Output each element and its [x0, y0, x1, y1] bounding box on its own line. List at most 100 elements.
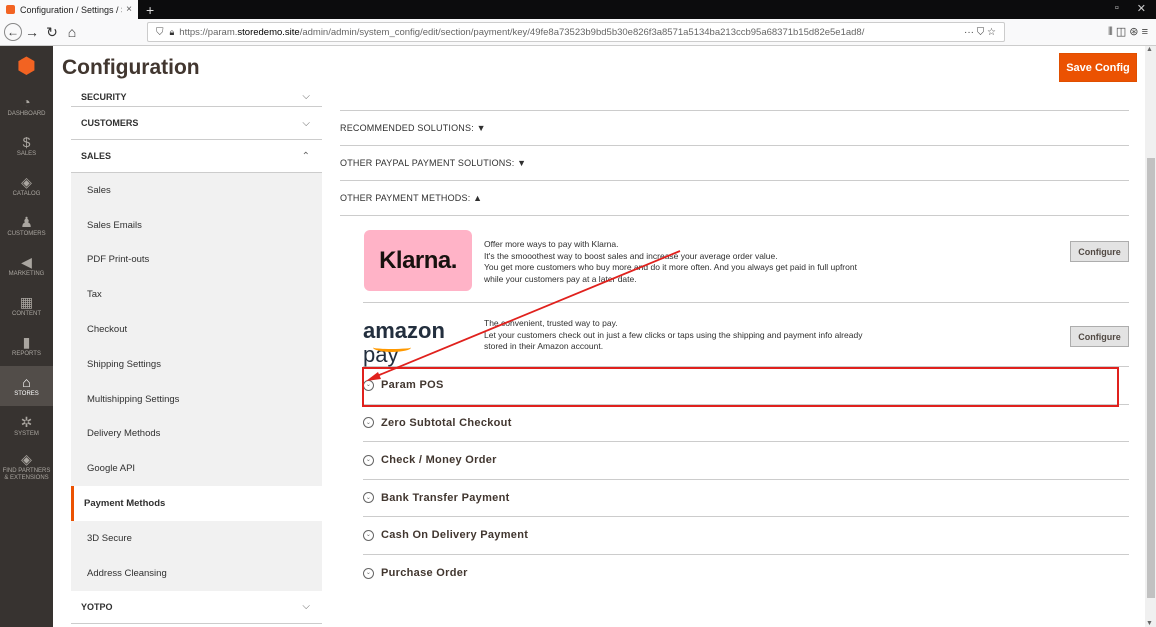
nav-customers[interactable]: ♟ CUSTOMERS	[0, 206, 53, 246]
nav-label: FIND PARTNERS & EXTENSIONS	[2, 467, 51, 481]
nav-label: REPORTS	[12, 351, 41, 357]
group-yotpo[interactable]: YOTPO ⌵	[71, 590, 322, 624]
box-icon: ◈	[21, 174, 32, 190]
nav-content[interactable]: ▦ CONTENT	[0, 286, 53, 326]
recommended-solutions-toggle[interactable]: RECOMMENDED SOLUTIONS: ▼	[340, 111, 1129, 146]
scroll-down-icon[interactable]: ▼	[1146, 620, 1153, 627]
expand-circle-icon: ⌄	[363, 454, 374, 466]
sidebar-item-payment-methods[interactable]: Payment Methods	[71, 486, 322, 521]
amazon-pay-description: The convenient, trusted way to pay. Let …	[484, 318, 864, 353]
address-bar[interactable]: ⛉ 🔒︎ https://param. storedemo.site/admin/…	[147, 22, 1005, 42]
klarna-description: Offer more ways to pay with Klarna. It's…	[484, 239, 864, 285]
other-payment-methods-toggle[interactable]: OTHER PAYMENT METHODS: ▲	[340, 181, 1129, 216]
group-sales[interactable]: SALES ⌃	[71, 140, 322, 173]
clipped-text-row	[340, 86, 1129, 111]
sidebar-item-shipping-settings[interactable]: Shipping Settings	[71, 347, 322, 382]
accordion-bank-transfer-payment[interactable]: ⌄ Bank Transfer Payment	[363, 480, 1129, 517]
group-label: SECURITY	[81, 92, 127, 102]
nav-label: STORES	[14, 391, 39, 397]
sidebar-item-multishipping-settings[interactable]: Multishipping Settings	[71, 382, 322, 417]
tracking-shield-icon[interactable]: ⛉	[156, 27, 164, 38]
page-title: Configuration	[62, 56, 200, 79]
reload-icon[interactable]: ↻	[42, 24, 62, 41]
browser-tab[interactable]: Configuration / Settings / Store ×	[0, 0, 138, 19]
group-customers[interactable]: CUSTOMERS ⌵	[71, 107, 322, 140]
extensions-icon: ◈	[21, 450, 32, 467]
chevron-down-icon: ⌵	[302, 91, 310, 102]
group-security[interactable]: SECURITY ⌵	[71, 86, 322, 107]
accordion-label: Purchase Order	[381, 567, 468, 580]
tab-close-icon[interactable]: ×	[126, 4, 132, 15]
nav-system[interactable]: ✲ SYSTEM	[0, 406, 53, 446]
amazon-pay-payment-row: amazon pay The convenient, trusted way t…	[363, 303, 1129, 367]
accordion-cash-on-delivery-payment[interactable]: ⌄ Cash On Delivery Payment	[363, 517, 1129, 555]
bar-chart-icon: ▮	[22, 334, 31, 350]
chevron-down-icon: ⌵	[302, 601, 310, 613]
other-paypal-solutions-toggle[interactable]: OTHER PAYPAL PAYMENT SOLUTIONS: ▼	[340, 146, 1129, 181]
accordion-purchase-order[interactable]: ⌄ Purchase Order	[363, 555, 1129, 593]
chevron-down-icon: ⌵	[302, 117, 310, 129]
url-scheme: https://param.	[179, 26, 238, 38]
sidebar-item-tax[interactable]: Tax	[71, 277, 322, 312]
nav-sales[interactable]: $ SALES	[0, 126, 53, 166]
nav-label: SYSTEM	[14, 431, 39, 437]
sidebar-item-checkout[interactable]: Checkout	[71, 312, 322, 347]
nav-find-partners[interactable]: ◈ FIND PARTNERS & EXTENSIONS	[0, 446, 53, 486]
megaphone-icon: ◀	[21, 254, 32, 270]
sidebar-item-sales[interactable]: Sales	[71, 173, 322, 208]
chevron-up-icon: ⌃	[301, 150, 310, 162]
url-host: storedemo.site	[237, 26, 300, 38]
lock-icon[interactable]: 🔒︎	[170, 27, 175, 38]
expand-circle-icon: ⌄	[363, 417, 374, 429]
tab-title: Configuration / Settings / Store	[20, 4, 122, 15]
sidebar-item-3d-secure[interactable]: 3D Secure	[71, 521, 322, 556]
nav-label: CATALOG	[12, 191, 41, 197]
sidebar-item-sales-emails[interactable]: Sales Emails	[71, 208, 322, 243]
sidebar-item-delivery-methods[interactable]: Delivery Methods	[71, 417, 322, 452]
save-config-button[interactable]: Save Config	[1059, 53, 1137, 82]
page-scrollbar[interactable]: ▲ ▼	[1145, 46, 1156, 627]
accordion-check-money-order[interactable]: ⌄ Check / Money Order	[363, 442, 1129, 480]
klarna-line-1: Offer more ways to pay with Klarna.	[484, 239, 619, 249]
dollar-icon: $	[22, 134, 31, 150]
accordion-label: Check / Money Order	[381, 454, 497, 467]
klarna-line-3: You get more customers who buy more and …	[484, 262, 857, 284]
nav-label: MARKETING	[8, 271, 45, 277]
expand-circle-icon: ⌄	[363, 567, 374, 579]
nav-marketing[interactable]: ◀ MARKETING	[0, 246, 53, 286]
browser-nav-bar: ← → ↻ ⌂ ⛉ 🔒︎ https://param. storedemo.sit…	[0, 19, 1156, 46]
klarna-payment-row: Klarna. Offer more ways to pay with Klar…	[363, 216, 1129, 303]
nav-catalog[interactable]: ◈ CATALOG	[0, 166, 53, 206]
back-arrow-icon[interactable]: ←	[4, 23, 22, 41]
amazon-smile-icon	[373, 343, 411, 352]
browser-toolbar-icons[interactable]: ⫴ ◫ ⊛ ≡	[1108, 25, 1148, 39]
sidebar-item-google-api[interactable]: Google API	[71, 451, 322, 486]
page-actions-icons[interactable]: ··· ⛉ ☆	[964, 27, 996, 38]
new-tab-button[interactable]: +	[146, 2, 154, 18]
sidebar-item-address-cleansing[interactable]: Address Cleansing	[71, 556, 322, 591]
forward-arrow-icon[interactable]: →	[22, 24, 42, 40]
amazon-pay-configure-button[interactable]: Configure	[1070, 326, 1129, 347]
group-label: YOTPO	[81, 601, 113, 612]
klarna-configure-button[interactable]: Configure	[1070, 241, 1129, 262]
restore-window-icon[interactable]: ▫	[1115, 2, 1119, 15]
browser-tab-bar: Configuration / Settings / Store × + ▫ ✕	[0, 0, 1156, 19]
nav-dashboard[interactable]: ◔ DASHBOARD	[0, 86, 53, 126]
dashboard-icon: ◔	[22, 94, 31, 110]
klarna-line-2: It's the smooothest way to boost sales a…	[484, 250, 778, 261]
nav-reports[interactable]: ▮ REPORTS	[0, 326, 53, 366]
accordion-zero-subtotal-checkout[interactable]: ⌄ Zero Subtotal Checkout	[363, 405, 1129, 442]
payment-config-content: RECOMMENDED SOLUTIONS: ▼ OTHER PAYPAL PA…	[340, 86, 1129, 592]
magento-logo-icon[interactable]: ⬢	[0, 46, 53, 86]
scroll-up-icon[interactable]: ▲	[1146, 46, 1153, 53]
scrollbar-thumb[interactable]	[1147, 158, 1155, 598]
sidebar-item-pdf-print-outs[interactable]: PDF Print-outs	[71, 243, 322, 278]
nav-stores[interactable]: ⌂ STORES	[0, 366, 53, 406]
amazon-pay-logo: amazon pay	[363, 318, 475, 367]
home-icon[interactable]: ⌂	[62, 24, 82, 40]
config-sidebar: SECURITY ⌵ CUSTOMERS ⌵ SALES ⌃ Sales Sal…	[71, 86, 322, 627]
group-label: SALES	[81, 151, 112, 161]
store-icon: ⌂	[22, 374, 31, 390]
amazon-logo-text: amazon	[363, 318, 445, 343]
close-window-icon[interactable]: ✕	[1137, 2, 1146, 15]
